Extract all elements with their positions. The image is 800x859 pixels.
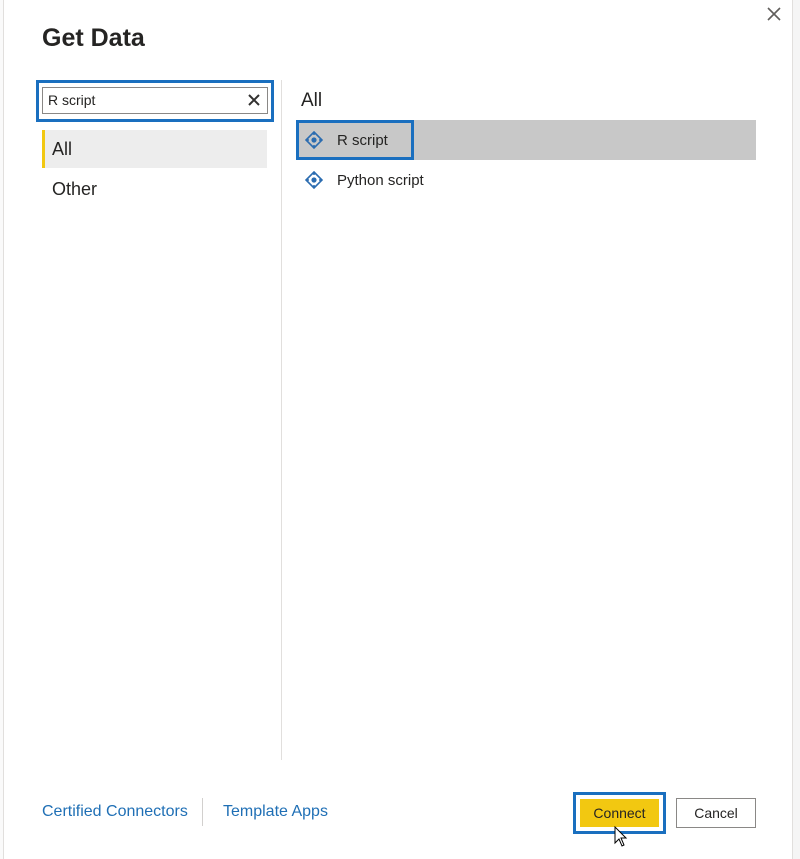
category-all[interactable]: All: [42, 130, 267, 168]
search-input[interactable]: R script: [42, 87, 268, 114]
dialog-title: Get Data: [42, 24, 145, 52]
category-label: All: [52, 139, 73, 159]
connect-button[interactable]: Connect: [580, 799, 659, 827]
results-section-label: All: [301, 90, 323, 111]
background-window-edge-left: [0, 0, 4, 859]
close-icon[interactable]: [764, 4, 784, 24]
search-highlight-frame: R script: [36, 80, 274, 122]
cancel-button[interactable]: Cancel: [676, 798, 756, 828]
panel-divider: [281, 80, 282, 760]
script-connector-icon: [304, 130, 324, 150]
connector-label: Python script: [337, 172, 424, 189]
footer-link-separator: [202, 798, 203, 826]
template-apps-link[interactable]: Template Apps: [223, 803, 328, 821]
dialog-scrollbar[interactable]: [792, 0, 800, 859]
clear-icon[interactable]: [247, 93, 261, 107]
connector-item-python-script[interactable]: Python script: [296, 160, 756, 200]
connector-label: R script: [337, 132, 388, 149]
mouse-pointer-icon: [614, 825, 628, 848]
search-input-value[interactable]: R script: [48, 92, 95, 108]
connector-item-r-script[interactable]: R script: [296, 120, 756, 160]
script-connector-icon: [304, 170, 324, 190]
certified-connectors-link[interactable]: Certified Connectors: [42, 803, 188, 821]
category-label: Other: [52, 179, 98, 199]
category-other[interactable]: Other: [42, 170, 267, 208]
